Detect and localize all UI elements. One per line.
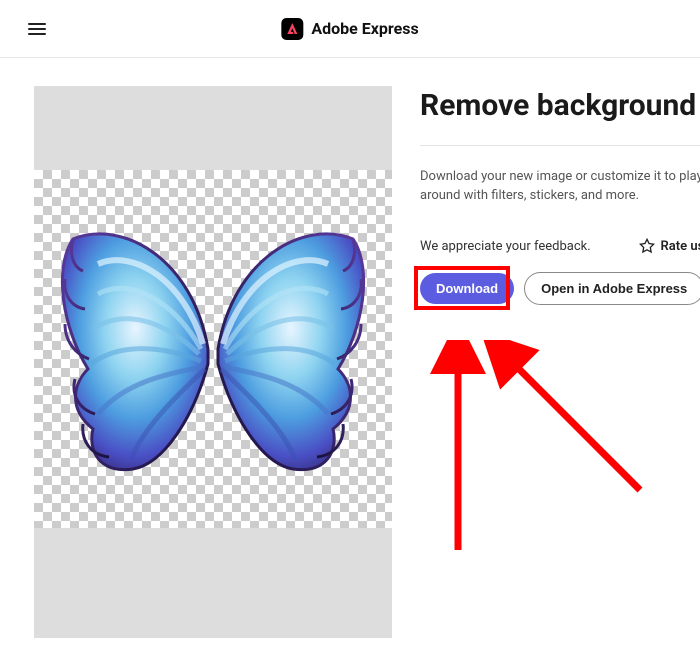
action-buttons: Download Open in Adobe Express — [420, 272, 700, 305]
description-text: Download your new image or customize it … — [420, 168, 700, 206]
main-content: Remove background Download your new imag… — [0, 58, 700, 666]
app-header: Adobe Express — [0, 0, 700, 58]
preview-letterbox-top — [34, 86, 392, 170]
result-image — [34, 170, 392, 528]
feedback-row: We appreciate your feedback. Rate us — [420, 238, 700, 254]
download-button[interactable]: Download — [420, 273, 514, 304]
hamburger-menu-icon[interactable] — [26, 14, 48, 44]
side-panel: Remove background Download your new imag… — [420, 86, 700, 638]
feedback-text: We appreciate your feedback. — [420, 239, 591, 254]
brand-text: Adobe Express — [311, 19, 418, 38]
image-preview — [34, 86, 392, 638]
rate-us-label: Rate us — [661, 239, 700, 254]
star-icon — [639, 238, 655, 254]
open-in-express-button[interactable]: Open in Adobe Express — [524, 272, 700, 305]
preview-letterbox-bottom — [34, 528, 392, 638]
adobe-express-icon — [281, 18, 303, 40]
page-title: Remove background — [420, 88, 700, 123]
brand-logo: Adobe Express — [281, 18, 418, 40]
rate-us-button[interactable]: Rate us — [639, 238, 700, 254]
divider — [420, 145, 700, 146]
